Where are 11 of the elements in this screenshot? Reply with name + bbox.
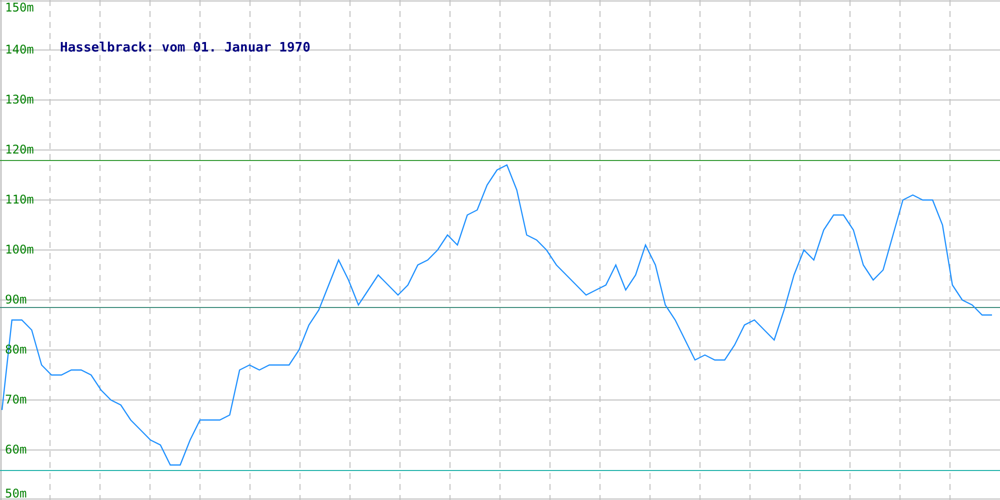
axis-label: 140m [5, 42, 34, 56]
axis-label: 120m [5, 142, 34, 156]
axis-label: 110m [5, 192, 34, 206]
chart-title: Hasselbrack: vom 01. Januar 1970 [60, 40, 310, 56]
axis-label: 150m [5, 0, 34, 14]
axis-label: 70m [5, 392, 27, 406]
axis-label: 100m [5, 242, 34, 256]
axis-label: 50m [5, 486, 27, 500]
axis-label: 90m [5, 292, 27, 306]
axis-label: 130m [5, 92, 34, 106]
axis-label: 60m [5, 442, 27, 456]
